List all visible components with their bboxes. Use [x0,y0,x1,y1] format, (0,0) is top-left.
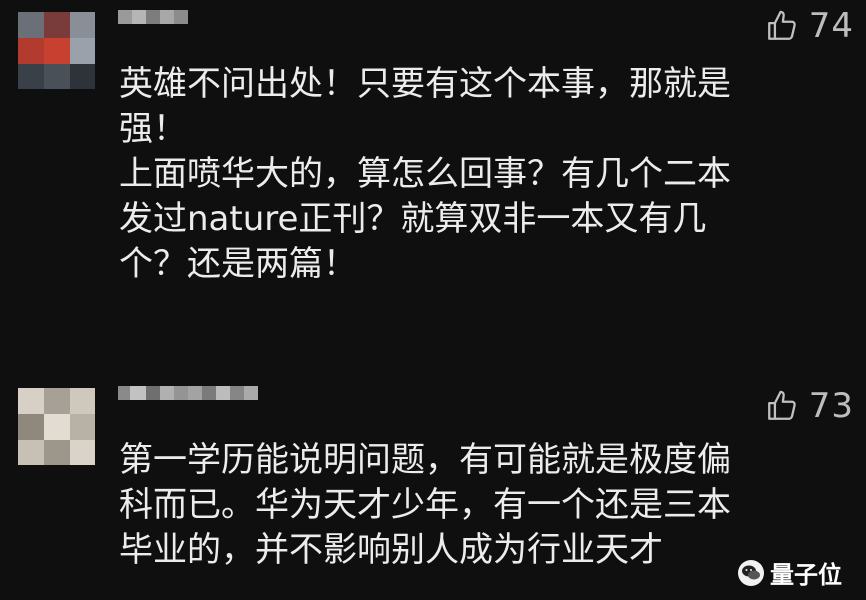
comment-line: 强！ [119,109,187,149]
comment-line: 毕业的，并不影响别人成为行业天才 [119,530,663,570]
comment-line: 个？还是两篇！ [119,244,357,284]
username-blurred[interactable] [118,386,258,412]
comment-line: 科而已。华为天才少年，有一个还是三本 [119,485,731,525]
avatar[interactable] [18,12,95,89]
comment-line: 英雄不问出处！只要有这个本事，那就是 [119,64,731,104]
thumbs-up-icon [765,389,799,423]
comment-item: 74 英雄不问出处！只要有这个本事，那就是 强！ 上面喷华大的，算怎么回事？有几… [0,0,866,350]
watermark: 量子位 [738,555,842,590]
wechat-icon [738,559,764,586]
comment-line: 第一学历能说明问题，有可能就是极度偏 [119,440,731,480]
comment-text: 第一学历能说明问题，有可能就是极度偏 科而已。华为天才少年，有一个还是三本 毕业… [119,438,839,573]
comment-line: 上面喷华大的，算怎么回事？有几个二本 [119,154,731,194]
comment-item: 73 第一学历能说明问题，有可能就是极度偏 科而已。华为天才少年，有一个还是三本… [0,380,866,600]
like-count: 73 [808,386,854,426]
like-button[interactable]: 73 [765,386,854,426]
thumbs-up-icon [765,9,799,43]
avatar[interactable] [18,388,95,465]
like-count: 74 [808,6,854,46]
username-blurred[interactable] [118,10,188,36]
watermark-label: 量子位 [770,561,842,589]
comment-line: 发过nature正刊？就算双非一本又有几 [119,199,707,239]
comment-text: 英雄不问出处！只要有这个本事，那就是 强！ 上面喷华大的，算怎么回事？有几个二本… [119,62,839,287]
like-button[interactable]: 74 [765,6,854,46]
